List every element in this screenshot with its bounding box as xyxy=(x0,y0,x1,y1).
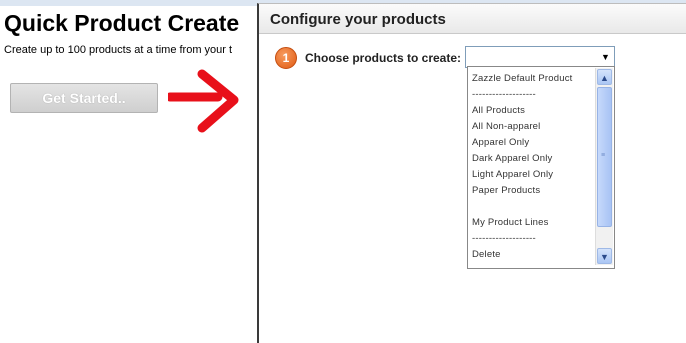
dialog-title: Configure your products xyxy=(270,11,446,28)
option-separator[interactable]: ------------------- xyxy=(472,89,536,100)
option-separator-2[interactable]: ------------------- xyxy=(472,233,536,244)
option-all-products[interactable]: All Products xyxy=(472,105,525,116)
grip-icon: ≡ xyxy=(601,152,606,159)
scroll-up-icon[interactable]: ▲ xyxy=(597,69,612,85)
products-select[interactable]: ▼ xyxy=(465,46,615,68)
step-number-badge: 1 xyxy=(275,47,297,69)
scroll-down-icon[interactable]: ▼ xyxy=(597,248,612,264)
option-apparel-only[interactable]: Apparel Only xyxy=(472,137,529,148)
dropdown-scrollbar[interactable]: ▲ ≡ ▼ xyxy=(595,68,613,265)
get-started-button[interactable]: Get Started.. xyxy=(10,83,158,113)
chevron-down-icon[interactable]: ▼ xyxy=(597,47,614,67)
configure-dialog: Configure your products 1 Choose product… xyxy=(257,3,686,343)
option-light-apparel[interactable]: Light Apparel Only xyxy=(472,169,553,180)
option-zazzle-default[interactable]: Zazzle Default Product xyxy=(472,73,573,84)
scrollbar-thumb[interactable]: ≡ xyxy=(597,87,612,227)
products-dropdown-list: Zazzle Default Product -----------------… xyxy=(467,66,615,269)
option-paper-products[interactable]: Paper Products xyxy=(472,185,540,196)
dialog-header: Configure your products xyxy=(259,4,686,34)
red-arrow-icon xyxy=(168,69,239,133)
page-subtitle: Create up to 100 products at a time from… xyxy=(4,44,233,56)
option-my-product-lines[interactable]: My Product Lines xyxy=(472,217,549,228)
option-all-non-apparel[interactable]: All Non-apparel xyxy=(472,121,540,132)
option-dark-apparel[interactable]: Dark Apparel Only xyxy=(472,153,553,164)
step-label: Choose products to create: xyxy=(305,51,462,65)
page-title: Quick Product Create xyxy=(4,10,240,36)
option-delete[interactable]: Delete xyxy=(472,249,501,260)
